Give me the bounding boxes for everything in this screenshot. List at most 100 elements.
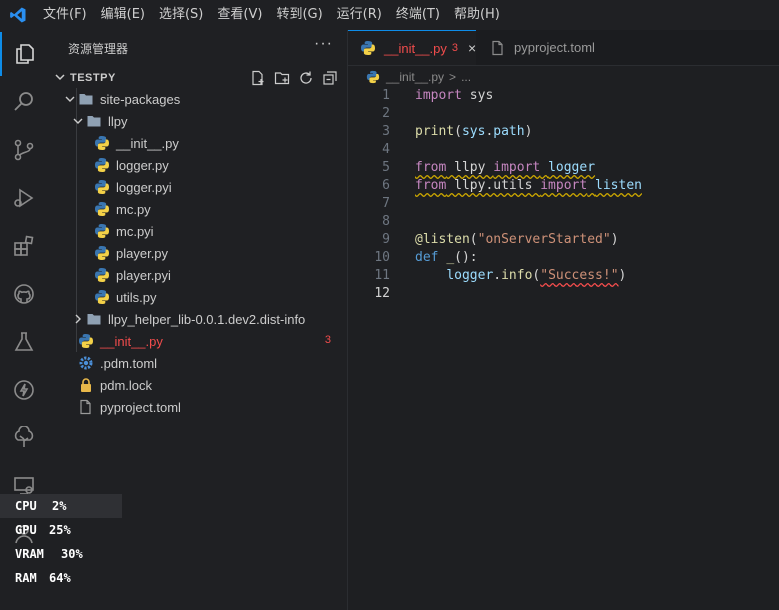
tab-init-py[interactable]: __init__.py 3 × [348,30,476,65]
source-control-icon[interactable] [0,128,48,172]
perf-stat-label: RAM [15,571,37,585]
breadcrumb-more[interactable]: ... [461,70,471,84]
python-file-icon [94,157,110,173]
python-file-icon [94,201,110,217]
tree-item-label: utils.py [116,289,157,305]
perf-stat-row: GPU 25% [0,518,122,542]
menu-item[interactable]: 选择(S) [152,0,210,30]
tree-folder[interactable]: llpy_helper_lib-0.0.1.dev2.dist-info [48,308,347,330]
code-line: 9 @listen("onServerStarted") [382,232,619,247]
chevron-right-icon[interactable] [70,314,86,324]
perf-stat-row: CPU 2% [0,494,122,518]
tree-file[interactable]: __init__.py 3 [48,330,347,352]
tree-file[interactable]: mc.pyi [48,220,347,242]
tree-file[interactable]: pdm.lock [48,374,347,396]
python-file-icon [94,135,110,151]
lightning-icon[interactable] [0,368,48,412]
new-folder-icon[interactable] [273,69,291,87]
menu-item[interactable]: 查看(V) [210,0,269,30]
workspace-name: TESTPY [70,72,116,84]
menu-item[interactable]: 编辑(E) [94,0,152,30]
tree-file[interactable]: utils.py [48,286,347,308]
problem-count-badge: 3 [324,334,331,346]
search-icon[interactable] [0,80,48,124]
sidebar-title: 资源管理器 [68,42,129,56]
perf-stat-row: VRAM 30% [0,542,122,566]
perf-stat-row: RAM 64% [0,566,122,590]
refresh-icon[interactable] [297,69,315,87]
perf-stat-value: 30% [61,547,83,561]
tree-item-label: mc.pyi [116,223,154,239]
perf-stat-label: VRAM [15,547,44,561]
tree-icon[interactable] [0,416,48,460]
python-file-icon [78,333,94,349]
tree-item-label: pyproject.toml [100,399,181,415]
tree-file[interactable]: .pdm.toml [48,352,347,374]
tab-pyproject-toml[interactable]: pyproject.toml [478,30,632,65]
extensions-icon[interactable] [0,224,48,268]
run-debug-icon[interactable] [0,176,48,220]
file-tree: site-packages llpy __init__.py logger.py log… [48,88,347,418]
tree-file[interactable]: pyproject.toml [48,396,347,418]
folder-icon [86,113,102,129]
menu-item[interactable]: 运行(R) [330,0,389,30]
perf-stat-label: GPU [15,523,37,537]
code-line: 10 def _(): [374,250,478,265]
breadcrumb-file[interactable]: __init__.py [386,70,444,84]
tree-folder[interactable]: llpy [48,110,347,132]
menu-item[interactable]: 终端(T) [389,0,447,30]
code-line: 8 [382,214,390,229]
tree-item-label: player.pyi [116,267,171,283]
menu-bar: 文件(F) 编辑(E) 选择(S) 查看(V) 转到(G) 运行(R) 终端(T) 帮助(H) [0,0,779,30]
chevron-down-icon [50,72,70,85]
tree-file[interactable]: mc.py [48,198,347,220]
code-line: 7 [382,196,390,211]
tree-file[interactable]: player.pyi [48,264,347,286]
tree-item-label: pdm.lock [100,377,153,393]
explorer-icon[interactable] [0,32,48,76]
tree-file[interactable]: logger.pyi [48,176,347,198]
python-file-icon [360,40,376,56]
code-line: 12 [374,286,390,301]
tab-bar: __init__.py 3 × pyproject.toml [348,30,779,66]
workspace-section-header[interactable]: TESTPY [48,67,347,89]
testing-icon[interactable] [0,320,48,364]
close-tab-icon[interactable]: × [468,40,476,56]
toml-file-icon [78,399,94,415]
python-file-icon [94,223,110,239]
more-actions-icon[interactable]: ··· [314,35,333,53]
python-file-icon [94,267,110,283]
code-area[interactable]: 1 import sys 2 3 print(sys.path) 4 5 from l… [348,87,779,303]
perf-stat-value: 25% [49,523,71,537]
vscode-logo-icon[interactable] [0,0,36,30]
chevron-down-icon[interactable] [70,116,86,126]
tree-item-label: __init__.py [116,135,179,151]
breadcrumb: __init__.py > ... [366,68,471,86]
github-icon[interactable] [0,272,48,316]
tree-item-label: mc.py [116,201,151,217]
folder-icon [78,91,94,107]
collapse-all-icon[interactable] [321,69,339,87]
tree-file[interactable]: player.py [48,242,347,264]
code-line: 6 from llpy.utils import listen [382,178,642,193]
tab-label: __init__.py [384,40,447,56]
new-file-icon[interactable] [249,69,267,87]
problem-count-badge: 3 [451,42,459,54]
menu-item[interactable]: 帮助(H) [447,0,507,30]
tree-file[interactable]: __init__.py [48,132,347,154]
perf-stat-label: CPU [15,499,37,513]
menu-item[interactable]: 文件(F) [36,0,94,30]
tree-item-label: .pdm.toml [100,355,158,371]
tree-file[interactable]: logger.py [48,154,347,176]
performance-overlay: CPU 2% GPU 25% VRAM 30% RAM 64% [0,494,122,610]
breadcrumb-separator: > [449,70,457,84]
tree-item-label: __init__.py [100,333,163,349]
python-file-icon [366,70,380,84]
perf-stat-value: 64% [49,571,71,585]
tree-folder[interactable]: site-packages [48,88,347,110]
chevron-down-icon[interactable] [62,94,78,104]
code-line: 11 logger.info("Success!") [374,268,627,283]
code-line: 2 [382,106,390,121]
menu-item[interactable]: 转到(G) [269,0,329,30]
tree-item-label: llpy [108,113,128,129]
